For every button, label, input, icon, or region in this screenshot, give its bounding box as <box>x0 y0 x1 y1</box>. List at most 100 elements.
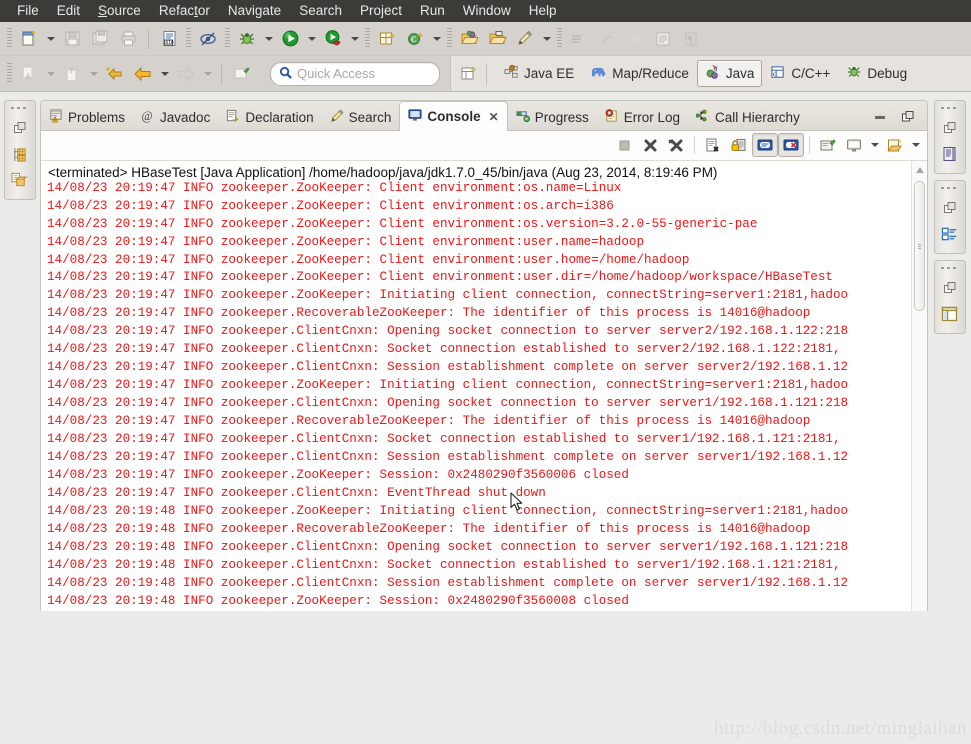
rail-grip[interactable] <box>11 105 29 111</box>
open-resource-icon[interactable] <box>621 25 649 52</box>
toolbar-grip-7[interactable] <box>7 63 12 84</box>
maximize-icon[interactable] <box>901 110 915 126</box>
clear-console-button[interactable] <box>700 133 726 157</box>
back-dropdown-icon[interactable] <box>157 61 172 86</box>
toggle-mark-occurrences-icon[interactable] <box>194 25 222 52</box>
menu-item-run[interactable]: Run <box>411 1 454 21</box>
save-icon[interactable] <box>58 25 86 52</box>
package-explorer-icon[interactable] <box>5 141 35 167</box>
quick-outline-icon[interactable] <box>593 25 621 52</box>
restore-icon[interactable] <box>935 275 965 301</box>
show-console-on-output-button[interactable] <box>752 133 778 158</box>
toolbar-grip-3[interactable] <box>225 28 230 49</box>
open-task-icon[interactable] <box>483 25 511 52</box>
rail-grip[interactable] <box>940 185 959 191</box>
next-annotation-icon[interactable] <box>15 60 43 87</box>
new-java-project-icon[interactable] <box>373 25 401 52</box>
rail-grip[interactable] <box>940 265 959 271</box>
menu-item-file[interactable]: File <box>8 1 48 21</box>
toggle-build-icon[interactable]: 010 <box>155 25 183 52</box>
pin-console-button[interactable] <box>815 133 841 157</box>
open-perspective-icon[interactable] <box>455 60 483 87</box>
toolbar-grip-4[interactable] <box>365 28 370 49</box>
task-list-icon[interactable] <box>935 221 965 247</box>
perspective-map-reduce[interactable]: Map/Reduce <box>582 61 697 87</box>
run-external-dropdown-icon[interactable] <box>347 26 362 51</box>
search-declarations-icon[interactable] <box>565 25 593 52</box>
terminate-button[interactable] <box>611 133 637 157</box>
run-icon[interactable] <box>276 25 304 52</box>
toolbar-grip-2[interactable] <box>186 28 191 49</box>
menu-item-navigate[interactable]: Navigate <box>219 1 290 21</box>
minimize-icon[interactable] <box>873 111 887 126</box>
annotation-icon[interactable] <box>511 25 539 52</box>
console-text[interactable]: <terminated> HBaseTest [Java Application… <box>41 161 911 679</box>
new-wizard-dropdown-icon[interactable] <box>43 26 58 51</box>
quick-access-input[interactable]: Quick Access <box>270 61 440 86</box>
remove-all-terminated-button[interactable] <box>663 133 689 157</box>
hierarchy-icon[interactable] <box>5 167 35 193</box>
tab-error-log[interactable]: Error Log <box>597 104 688 130</box>
restore-icon[interactable] <box>5 115 35 141</box>
tab-declaration[interactable]: Declaration <box>218 104 321 130</box>
open-console-dropdown-icon[interactable] <box>908 133 923 158</box>
toolbar-grip[interactable] <box>7 28 12 49</box>
rail-grip[interactable] <box>940 105 959 111</box>
scroll-up-icon[interactable] <box>912 163 927 177</box>
tab-call-hierarchy[interactable]: Call Hierarchy <box>688 104 808 130</box>
menu-item-search[interactable]: Search <box>290 1 351 21</box>
menu-item-edit[interactable]: Edit <box>48 1 89 21</box>
toolbar-grip-6[interactable] <box>557 28 562 49</box>
remove-launch-button[interactable] <box>637 133 663 157</box>
menu-item-window[interactable]: Window <box>454 1 520 21</box>
pin-editor-icon[interactable] <box>228 60 256 87</box>
toolbar-grip-5[interactable] <box>447 28 452 49</box>
open-console-button[interactable] <box>882 133 908 157</box>
template-icon[interactable] <box>935 301 965 327</box>
new-wizard-icon[interactable] <box>15 25 43 52</box>
restore-icon[interactable] <box>935 115 965 141</box>
console-vertical-scrollbar[interactable] <box>911 160 927 679</box>
pilcrow-icon[interactable]: ¶ <box>677 25 705 52</box>
forward-icon[interactable] <box>172 60 200 87</box>
perspective-c-cpp[interactable]: C C/C++ <box>762 61 838 87</box>
next-annotation-dropdown-icon[interactable] <box>43 61 58 86</box>
menu-item-project[interactable]: Project <box>351 1 411 21</box>
perspective-debug[interactable]: Debug <box>838 60 915 87</box>
tab-progress[interactable]: Progress <box>508 104 597 130</box>
debug-dropdown-icon[interactable] <box>261 26 276 51</box>
perspective-java-ee[interactable]: Java EE <box>496 61 582 87</box>
menu-item-refactor[interactable]: Refactor <box>150 1 219 21</box>
forward-dropdown-icon[interactable] <box>200 61 215 86</box>
lock-scroll-button[interactable] <box>726 133 752 157</box>
vertical-scroll-thumb[interactable] <box>914 180 925 311</box>
menu-item-source[interactable]: Source <box>89 1 150 21</box>
print-icon[interactable] <box>114 25 142 52</box>
outline-icon[interactable] <box>935 141 965 167</box>
tab-javadoc[interactable]: @ Javadoc <box>133 104 218 130</box>
menu-item-help[interactable]: Help <box>520 1 566 21</box>
show-whitespace-icon[interactable] <box>649 25 677 52</box>
tab-problems[interactable]: Problems <box>41 104 133 130</box>
perspective-java[interactable]: J Java <box>696 60 763 87</box>
run-dropdown-icon[interactable] <box>304 26 319 51</box>
new-class-icon[interactable]: C <box>401 25 429 52</box>
run-external-tools-icon[interactable] <box>319 25 347 52</box>
open-type-icon[interactable] <box>455 25 483 52</box>
tab-console[interactable]: Console ✕ <box>399 101 508 131</box>
debug-icon[interactable] <box>233 25 261 52</box>
previous-annotation-icon[interactable] <box>58 60 86 87</box>
previous-annotation-dropdown-icon[interactable] <box>86 61 101 86</box>
console-output-area[interactable]: <terminated> HBaseTest [Java Application… <box>41 160 927 679</box>
display-selected-console-dropdown-icon[interactable] <box>867 133 882 158</box>
restore-icon[interactable] <box>935 195 965 221</box>
save-all-icon[interactable] <box>86 25 114 52</box>
annotation-dropdown-icon[interactable] <box>539 26 554 51</box>
back-to-icon[interactable] <box>101 60 129 87</box>
tab-search[interactable]: Search <box>322 104 400 130</box>
back-icon[interactable] <box>129 60 157 87</box>
close-icon[interactable]: ✕ <box>489 110 499 124</box>
new-class-dropdown-icon[interactable] <box>429 26 444 51</box>
display-selected-console-button[interactable] <box>841 133 867 157</box>
show-console-on-error-button[interactable] <box>778 133 804 158</box>
